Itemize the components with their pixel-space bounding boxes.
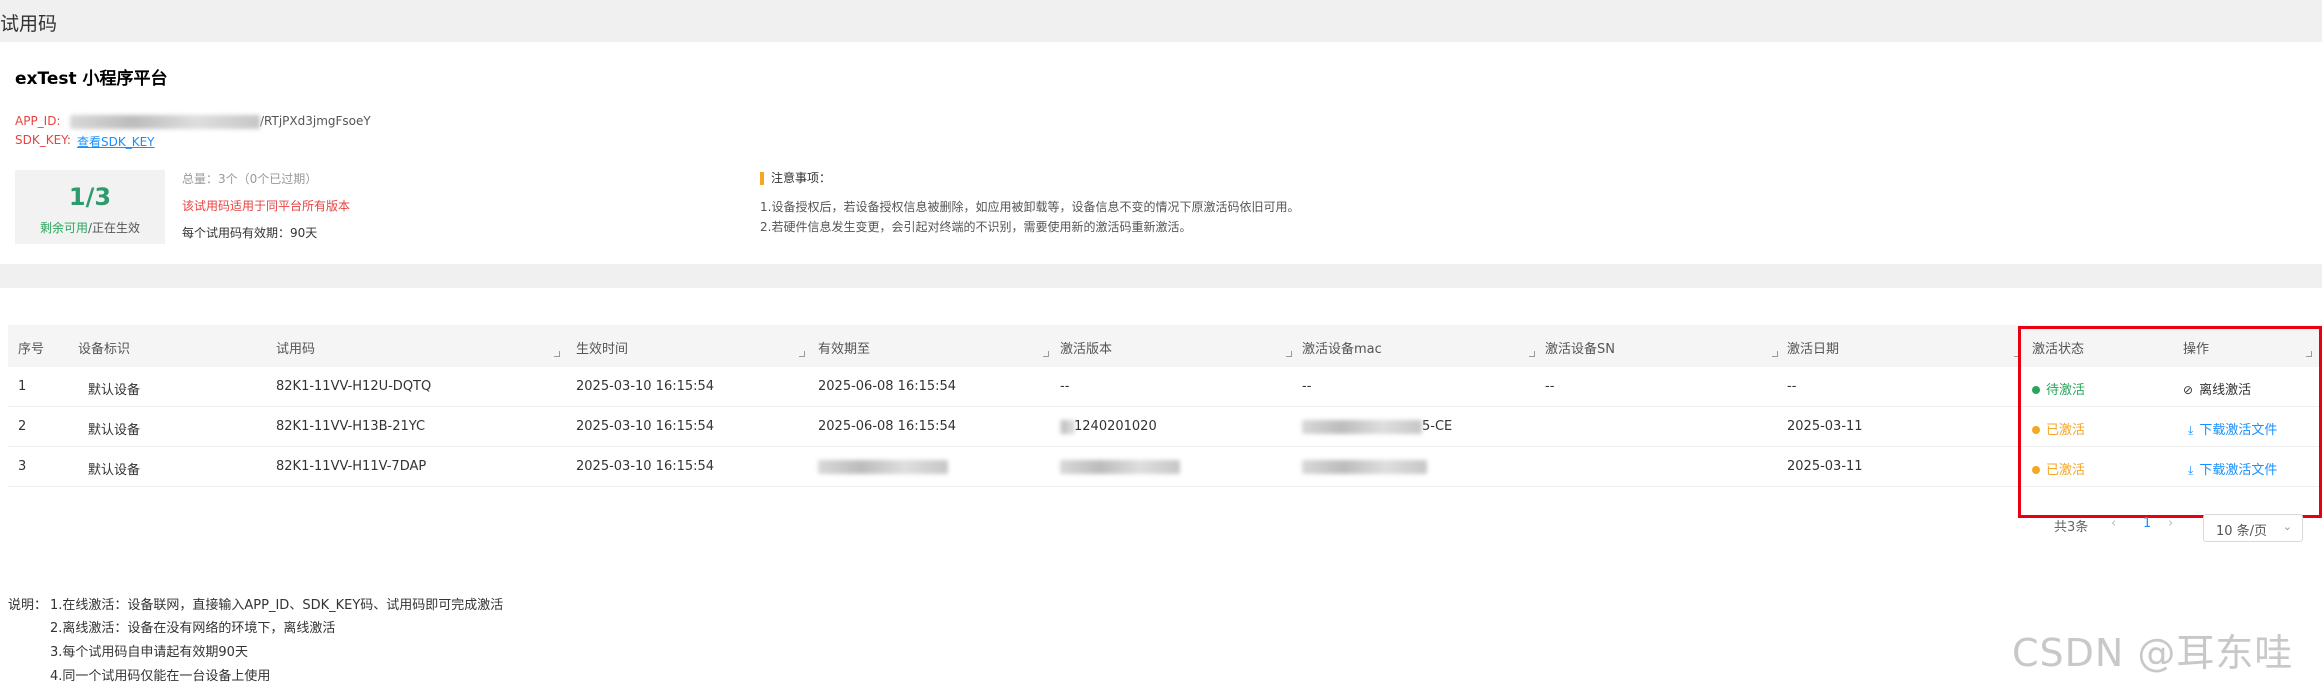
col-index: 序号 — [18, 342, 45, 357]
prev-page-button[interactable]: ‹ — [2111, 516, 2116, 531]
pagination-total: 共3条 — [2054, 520, 2089, 535]
app-name: exTest 小程序平台 — [15, 69, 168, 89]
total-count: 总量：3个（0个已过期） — [182, 172, 318, 186]
next-page-button[interactable]: › — [2168, 516, 2173, 531]
app-id-label: APP_ID: — [15, 114, 61, 128]
explanation-line-1: 1.在线激活：设备联网，直接输入APP_ID、SDK_KEY码、试用码即可完成激… — [50, 598, 504, 613]
validity-note: 每个试用码有效期：90天 — [182, 226, 318, 240]
row-device: 默认设备 — [88, 463, 141, 478]
redacted-mac — [1302, 419, 1422, 434]
page-size-select[interactable]: 10 条/页 ⌄ — [2203, 514, 2303, 542]
row-start: 2025-03-10 16:15:54 — [576, 419, 715, 434]
resize-handle[interactable] — [1772, 351, 1778, 357]
platform-note: 该试用码适用于同平台所有版本 — [182, 199, 351, 213]
row-expire: 2025-06-08 16:15:54 — [818, 379, 957, 394]
redacted-version — [1060, 459, 1180, 474]
row-version: -- — [1060, 379, 1070, 394]
notes-title: 注意事项： — [760, 172, 831, 185]
section-divider — [0, 264, 2322, 288]
redacted-app-id — [70, 114, 260, 129]
row-expire: 2025-06-08 16:15:54 — [818, 419, 957, 434]
col-expire: 有效期至 — [818, 342, 871, 357]
note-line-1: 1.设备授权后，若设备授权信息被删除，如应用被卸载等，设备信息不变的情况下原激活… — [760, 200, 1300, 214]
row-mac: -- — [1302, 379, 1312, 394]
view-sdk-key-link[interactable]: 查看SDK_KEY — [77, 135, 155, 149]
row-expire — [818, 459, 948, 474]
explanation-label: 说明： — [8, 598, 48, 613]
col-version: 激活版本 — [1060, 342, 1113, 357]
row-mac — [1302, 459, 1427, 474]
watermark: CSDN @耳东哇 — [2012, 631, 2294, 675]
col-start: 生效时间 — [576, 342, 629, 357]
table-row: 3 默认设备 82K1-11VV-H11V-7DAP 2025-03-10 16… — [8, 447, 2322, 487]
explanation-line-4: 4.同一个试用码仅能在一台设备上使用 — [50, 669, 271, 684]
table-row: 1 默认设备 82K1-11VV-H12U-DQTQ 2025-03-10 16… — [8, 367, 2322, 407]
redacted-mac — [1302, 459, 1427, 474]
redacted-version — [1060, 419, 1074, 434]
row-device: 默认设备 — [88, 383, 141, 398]
page-number-current[interactable]: 1 — [2143, 516, 2151, 531]
sdk-key-label: SDK_KEY: — [15, 133, 71, 147]
row-activated-on: -- — [1787, 379, 1797, 394]
row-version — [1060, 459, 1180, 474]
row-index: 1 — [18, 379, 27, 394]
usage-ratio: 1/3 — [68, 183, 112, 211]
resize-handle[interactable] — [1043, 351, 1049, 357]
page-title: 试用码 — [0, 13, 58, 35]
resize-handle[interactable] — [799, 351, 805, 357]
resize-handle[interactable] — [554, 351, 560, 357]
table-header: 序号 设备标识 试用码 生效时间 有效期至 激活版本 激活设备mac 激活设备S… — [8, 325, 2322, 367]
row-code: 82K1-11VV-H11V-7DAP — [276, 459, 427, 474]
usage-caption: 剩余可用/正在生效 — [39, 221, 141, 235]
explanation-line-3: 3.每个试用码自申请起有效期90天 — [50, 645, 248, 660]
chevron-down-icon: ⌄ — [2282, 520, 2292, 533]
row-index: 3 — [18, 459, 27, 474]
row-activated-on: 2025-03-11 — [1787, 419, 1863, 434]
row-version: 1240201020 — [1060, 419, 1157, 434]
table-row: 2 默认设备 82K1-11VV-H13B-21YC 2025-03-10 16… — [8, 407, 2322, 447]
usage-stat-box: 1/3 剩余可用/正在生效 — [15, 170, 165, 244]
row-start: 2025-03-10 16:15:54 — [576, 459, 715, 474]
col-code: 试用码 — [276, 342, 316, 357]
col-activated-on: 激活日期 — [1787, 342, 1840, 357]
app-info-card: exTest 小程序平台 APP_ID: /RTjPXd3jmgFsoeY SD… — [0, 42, 2322, 264]
note-line-2: 2.若硬件信息发生变更，会引起对终端的不识别，需要使用新的激活码重新激活。 — [760, 220, 1192, 234]
resize-handle[interactable] — [1529, 351, 1535, 357]
redacted-expire — [818, 459, 948, 474]
page-header: 试用码 — [0, 0, 2322, 42]
row-device: 默认设备 — [88, 423, 141, 438]
row-activated-on: 2025-03-11 — [1787, 459, 1863, 474]
row-index: 2 — [18, 419, 27, 434]
app-id-value: /RTjPXd3jmgFsoeY — [70, 114, 371, 129]
col-mac: 激活设备mac — [1302, 342, 1382, 357]
explanation-line-2: 2.离线激活：设备在没有网络的环境下，离线激活 — [50, 621, 336, 636]
row-sn: -- — [1545, 379, 1555, 394]
row-start: 2025-03-10 16:15:54 — [576, 379, 715, 394]
highlight-box — [2018, 326, 2322, 518]
row-code: 82K1-11VV-H12U-DQTQ — [276, 379, 432, 394]
resize-handle[interactable] — [1286, 351, 1292, 357]
col-sn: 激活设备SN — [1545, 342, 1615, 357]
row-code: 82K1-11VV-H13B-21YC — [276, 419, 426, 434]
row-mac: 5-CE — [1302, 419, 1452, 434]
col-device: 设备标识 — [78, 342, 131, 357]
